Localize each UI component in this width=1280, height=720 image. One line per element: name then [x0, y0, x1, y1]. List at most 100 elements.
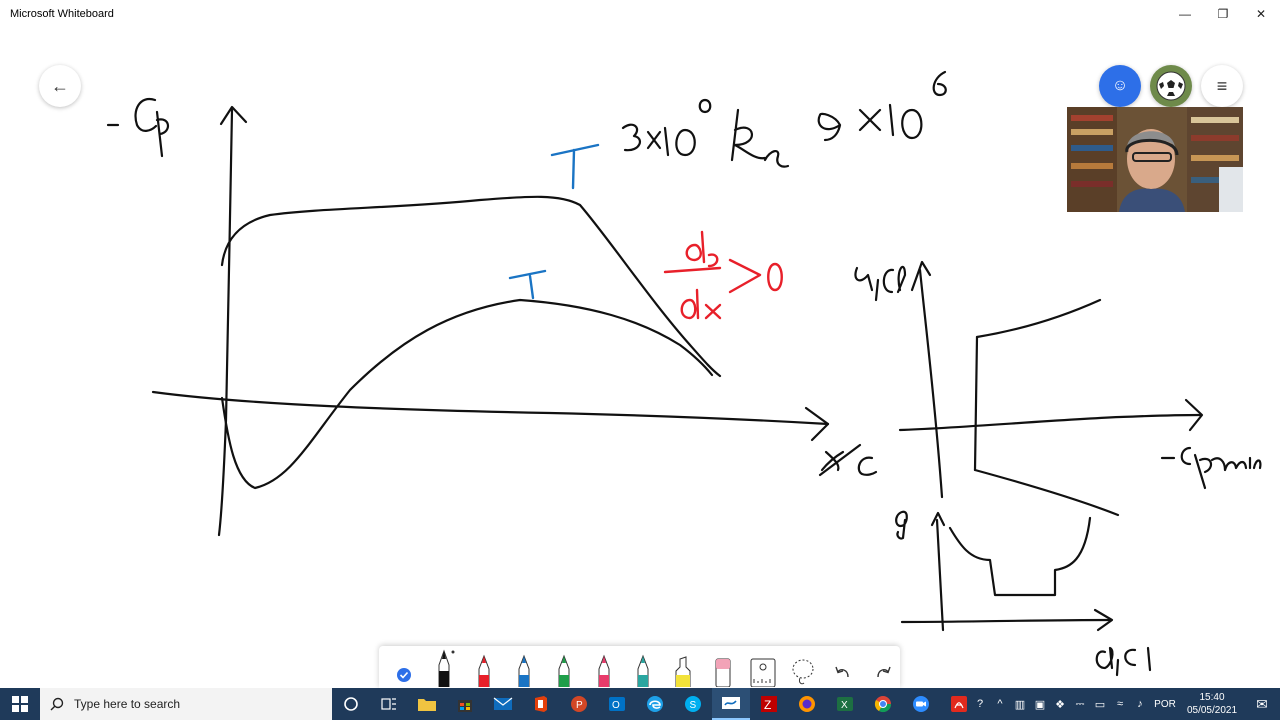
pen-icon: [637, 654, 649, 687]
dropbox-icon[interactable]: ❖: [1050, 698, 1070, 711]
taskbar-store[interactable]: [446, 688, 484, 720]
ruler-tool[interactable]: [746, 647, 780, 687]
pen-red[interactable]: [467, 647, 501, 687]
volume-icon[interactable]: ♪: [1130, 698, 1150, 710]
svg-text:O: O: [612, 700, 620, 711]
restore-button[interactable]: ❐: [1204, 0, 1242, 27]
title-bar: Microsoft Whiteboard — ❐ ✕: [0, 0, 1280, 27]
settings-menu-button[interactable]: ≡: [1201, 65, 1243, 107]
battery-icon[interactable]: ▭: [1090, 698, 1110, 711]
folder-icon: [418, 699, 436, 711]
invite-button[interactable]: ☺: [1099, 65, 1141, 107]
user-avatar[interactable]: [1150, 65, 1192, 107]
skype-icon: S: [685, 696, 701, 712]
chrome-icon: [874, 696, 892, 713]
svg-text:P: P: [576, 700, 583, 711]
top-right-controls: ☺ ≡: [1099, 65, 1243, 107]
highlighter-yellow[interactable]: [666, 647, 700, 687]
back-button[interactable]: ←: [39, 65, 81, 107]
svg-text:Z: Z: [764, 698, 771, 712]
highlighter-icon: [675, 656, 691, 687]
soccer-ball-icon: [1156, 71, 1186, 101]
edge-icon: [647, 696, 663, 712]
inking-toolbar: [379, 646, 900, 688]
acrobat-icon: [951, 696, 967, 712]
webcam-video: [1067, 107, 1243, 212]
search-placeholder: Type here to search: [74, 697, 181, 711]
clock[interactable]: 15:40 05/05/2021: [1180, 691, 1244, 717]
window-controls: — ❐ ✕: [1166, 0, 1280, 27]
task-view-button[interactable]: [370, 688, 408, 720]
check-circle-icon: [396, 668, 411, 682]
taskbar-firefox[interactable]: [788, 688, 826, 720]
close-button[interactable]: ✕: [1242, 0, 1280, 27]
store-bag-icon: [458, 700, 472, 712]
taskbar-outlook[interactable]: O: [598, 688, 636, 720]
undo-button[interactable]: [826, 647, 860, 687]
clock-time: 15:40: [1199, 692, 1225, 703]
svg-text:S: S: [690, 700, 697, 711]
usb-icon[interactable]: ⎓: [1070, 698, 1090, 711]
search-icon: [50, 697, 64, 711]
taskbar-mail[interactable]: [484, 688, 522, 720]
whiteboard-icon: [722, 697, 740, 709]
office-icon: [535, 696, 547, 712]
wifi-icon[interactable]: ≈: [1110, 698, 1130, 710]
taskbar-powerpoint[interactable]: P: [560, 688, 598, 720]
pen-icon: [558, 654, 570, 687]
cortana-button[interactable]: [332, 688, 370, 720]
powerpoint-icon: P: [571, 696, 587, 712]
hamburger-menu-icon: ≡: [1216, 75, 1228, 96]
window-title: Microsoft Whiteboard: [10, 7, 114, 20]
lasso-select-tool[interactable]: [786, 647, 820, 687]
redo-button[interactable]: [866, 647, 900, 687]
taskbar-whiteboard[interactable]: [712, 688, 750, 720]
redo-icon: [877, 666, 891, 678]
pen-black[interactable]: [427, 647, 461, 687]
firefox-icon: [799, 696, 815, 712]
chevron-up-icon[interactable]: ^: [990, 698, 1010, 710]
undo-icon: [835, 666, 849, 678]
taskbar-skype[interactable]: S: [674, 688, 712, 720]
taskbar-file-explorer[interactable]: [408, 688, 446, 720]
ink-to-shape-toggle[interactable]: [387, 647, 421, 687]
taskbar-office[interactable]: [522, 688, 560, 720]
pen-blue[interactable]: [507, 647, 541, 687]
pen-icon: [478, 654, 490, 687]
svg-text:X: X: [841, 700, 848, 711]
back-arrow-icon: ←: [51, 75, 69, 96]
person-add-icon: ☺: [1111, 77, 1129, 94]
windows-logo-icon: [12, 696, 28, 712]
meeting-icon[interactable]: ▣: [1030, 698, 1050, 711]
action-center-icon[interactable]: ✉: [1244, 696, 1280, 713]
eraser-icon: [715, 658, 731, 687]
taskbar-zoom[interactable]: [902, 688, 940, 720]
taskbar-edge[interactable]: [636, 688, 674, 720]
help-icon[interactable]: ?: [970, 698, 990, 710]
pen-green[interactable]: [547, 647, 581, 687]
clock-date: 05/05/2021: [1186, 705, 1238, 716]
lasso-icon: [792, 659, 814, 685]
taskbar-chrome[interactable]: [864, 688, 902, 720]
pen-teal[interactable]: [627, 647, 661, 687]
system-tray: ? ^ ▥ ▣ ❖ ⎓ ▭ ≈ ♪ POR 15:40 05/05/2021 ✉: [970, 688, 1280, 720]
webcam-feed-image: [1067, 107, 1243, 212]
pen-icon: [518, 654, 530, 687]
mail-icon: [493, 697, 513, 710]
start-button[interactable]: [0, 688, 40, 720]
taskbar-filezilla[interactable]: Z: [750, 688, 788, 720]
filezilla-icon: Z: [761, 696, 777, 712]
eraser-tool[interactable]: [706, 647, 740, 687]
taskbar-search-box[interactable]: Type here to search: [40, 688, 332, 720]
windows-taskbar: Type here to search P O S Z X ? ^ ▥ ▣ ❖ …: [0, 688, 1280, 720]
pen-icon: [438, 649, 455, 687]
task-view-icon: [381, 698, 396, 710]
taskbar-excel[interactable]: X: [826, 688, 864, 720]
cortana-circle-icon: [344, 697, 358, 711]
minimize-button[interactable]: —: [1166, 0, 1204, 27]
language-indicator[interactable]: POR: [1150, 699, 1180, 710]
pen-pink[interactable]: [587, 647, 621, 687]
network-icon[interactable]: ▥: [1010, 698, 1030, 711]
zoom-video-icon: [913, 696, 929, 712]
ruler-icon: [750, 658, 776, 687]
